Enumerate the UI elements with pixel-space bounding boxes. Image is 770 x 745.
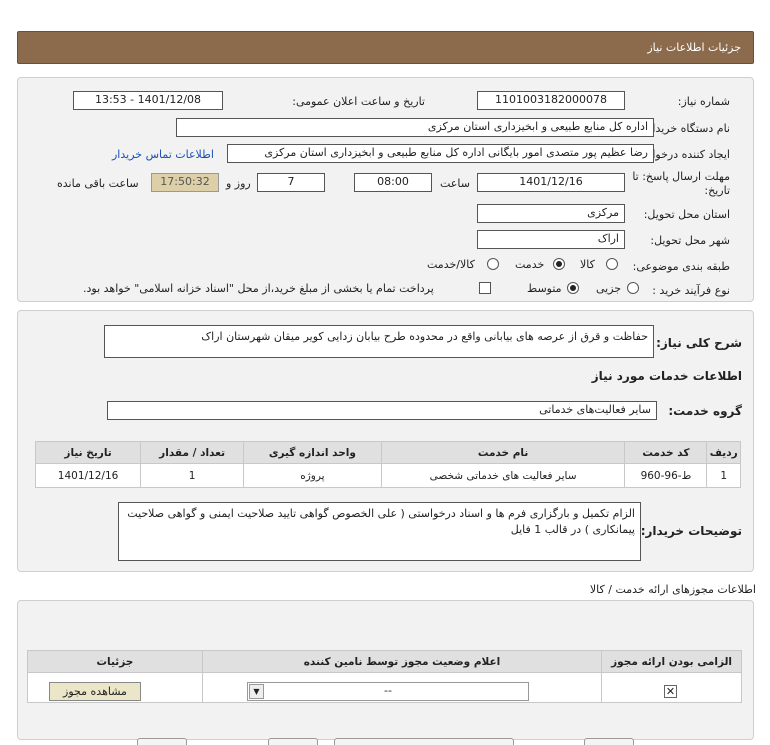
col-service-name: نام خدمت: [380, 441, 626, 464]
col-service-code: کد خدمت: [624, 441, 708, 464]
need-number-field: 1101003182000078: [477, 91, 625, 110]
cell-row: 1: [706, 463, 741, 488]
need-number-label: شماره نیاز:: [677, 95, 730, 108]
process-radio-medium[interactable]: [567, 282, 579, 294]
city-field: اراک: [477, 230, 625, 249]
category-radio-goods-service[interactable]: [487, 258, 499, 270]
treasury-payment-checkbox[interactable]: [479, 282, 491, 294]
bottom-action-button[interactable]: [584, 738, 634, 745]
days-label: روز و: [226, 177, 251, 190]
remaining-time-label: ساعت باقی مانده: [57, 177, 139, 190]
permit-required-checkbox-icon: ✕: [664, 685, 677, 698]
process-radio-minor[interactable]: [627, 282, 639, 294]
city-label: شهر محل تحویل:: [650, 234, 730, 247]
province-label: استان محل تحویل:: [643, 208, 730, 221]
category-label: طبقه بندی موضوعی:: [632, 260, 730, 273]
payment-note: پرداخت تمام یا بخشی از مبلغ خرید،از محل …: [83, 282, 434, 295]
permit-status-value: --: [384, 684, 392, 697]
permit-status-select[interactable]: -- ▼: [247, 682, 529, 701]
cell-unit: پروژه: [243, 463, 382, 488]
col-permit-required: الزامی بودن ارائه مجوز: [601, 650, 742, 673]
category-option-goods: کالا: [580, 258, 595, 271]
category-option-service: خدمت: [515, 258, 545, 271]
deadline-label: مهلت ارسال پاسخ: تا: [632, 170, 730, 183]
col-permit-status: اعلام وضعیت مجوز توسط نامین کننده: [201, 650, 603, 673]
buyer-org-label: نام دستگاه خریدار:: [643, 122, 730, 135]
buyer-org-field: اداره کل منابع طبیعی و ابخیزداری استان م…: [176, 118, 654, 137]
category-option-goods-service: کالا/خدمت: [427, 258, 475, 271]
days-field: 7: [257, 173, 325, 192]
col-quantity: تعداد / مقدار: [140, 441, 245, 464]
deadline-time-field: 08:00: [354, 173, 432, 192]
cell-service-code: ط-96-960: [624, 463, 708, 488]
category-radio-goods[interactable]: [606, 258, 618, 270]
col-unit: واحد اندازه گیری: [243, 441, 382, 464]
bottom-action-button[interactable]: [268, 738, 318, 745]
cell-need-date: 1401/12/16: [34, 463, 142, 488]
col-need-date: تاریخ نیاز: [34, 441, 142, 464]
announce-label: تاریخ و ساعت اعلان عمومی:: [292, 95, 425, 108]
view-permit-button[interactable]: مشاهده مجوز: [49, 682, 141, 701]
process-option-minor: جزیی: [596, 282, 622, 295]
deadline-date-field: 1401/12/16: [477, 173, 625, 192]
col-permit-details: جزئیات: [27, 650, 203, 673]
creator-field: رضا عظیم پور متصدی امور بایگانی اداره کل…: [227, 144, 654, 163]
service-group-field: سایر فعالیت‌های خدماتی: [107, 401, 657, 420]
category-radio-service[interactable]: [553, 258, 565, 270]
page-header: جزئیات اطلاعات نیاز: [17, 31, 754, 64]
services-table: ردیف کد خدمت نام خدمت واحد اندازه گیری ت…: [34, 441, 741, 488]
bottom-action-button[interactable]: [137, 738, 187, 745]
buyer-notes-label: توضیحات خریدار:: [640, 524, 742, 538]
service-group-label: گروه خدمت:: [668, 404, 742, 418]
description-label: شرح کلی نیاز:: [656, 336, 742, 350]
process-option-medium: متوسط: [527, 282, 562, 295]
province-field: مرکزی: [477, 204, 625, 223]
col-row: ردیف: [706, 441, 741, 464]
bottom-action-button[interactable]: [334, 738, 514, 745]
page-title: جزئیات اطلاعات نیاز: [647, 41, 741, 54]
cell-service-name: سایر فعالیت های خدماتی شخصی: [380, 463, 626, 488]
deadline-time-label: ساعت: [440, 177, 470, 190]
services-table-header: ردیف کد خدمت نام خدمت واحد اندازه گیری ت…: [34, 441, 741, 464]
remaining-time-field: 17:50:32: [151, 173, 219, 192]
permits-section-title: اطلاعات مجوزهای ارائه خدمت / کالا: [589, 583, 756, 596]
deadline-date-label: تاریخ:: [704, 184, 730, 197]
contact-buyer-link[interactable]: اطلاعات تماس خریدار: [112, 148, 214, 161]
chevron-down-icon: ▼: [249, 684, 264, 699]
process-label: نوع فرآیند خرید :: [652, 284, 730, 297]
buyer-notes-field: الزام تکمیل و بارگزاری فرم ها و اسناد در…: [118, 502, 641, 561]
permits-table-header: الزامی بودن ارائه مجوز اعلام وضعیت مجوز …: [27, 650, 742, 673]
services-section-title: اطلاعات خدمات مورد نیاز: [591, 369, 742, 383]
description-field: حفاظت و قرق از عرصه های بیابانی واقع در …: [104, 325, 654, 358]
announce-field: 1401/12/08 - 13:53: [73, 91, 223, 110]
cell-quantity: 1: [140, 463, 245, 488]
table-row: 1 ط-96-960 سایر فعالیت های خدماتی شخصی پ…: [34, 463, 741, 488]
